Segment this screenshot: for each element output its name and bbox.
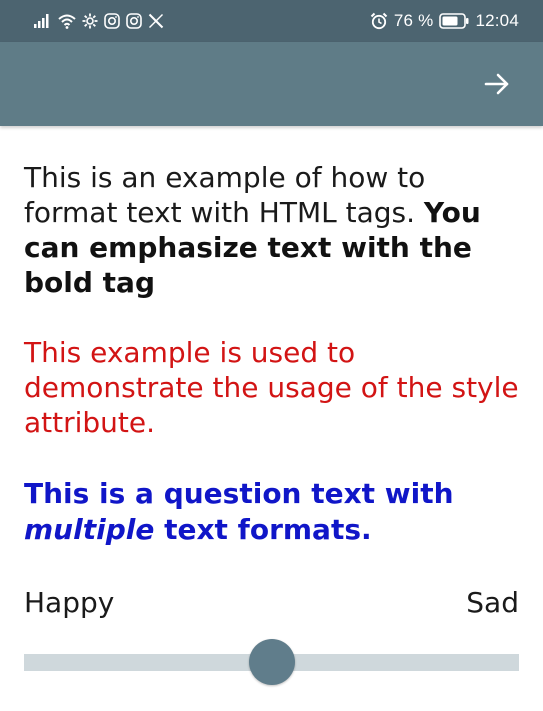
alarm-icon bbox=[370, 11, 388, 31]
question-text-part2: text formats. bbox=[154, 513, 372, 546]
next-button[interactable] bbox=[481, 68, 513, 100]
intro-paragraph: This is an example of how to format text… bbox=[24, 160, 524, 300]
status-bar: 76 % 12:04 bbox=[0, 0, 543, 42]
app-bar bbox=[0, 42, 543, 126]
clock: 12:04 bbox=[475, 11, 519, 30]
wifi-icon bbox=[58, 11, 76, 31]
arrow-right-icon bbox=[484, 72, 510, 96]
scale-label-right: Sad bbox=[466, 586, 519, 619]
battery-percent: 76 % bbox=[393, 11, 434, 30]
question-text-italic: multiple bbox=[24, 513, 155, 546]
scale-labels: Happy Sad bbox=[24, 586, 519, 619]
question-text-part1: This is a question text with bbox=[24, 477, 454, 510]
rating-slider[interactable] bbox=[24, 639, 519, 685]
instagram-icon bbox=[104, 11, 120, 31]
scale-label-left: Happy bbox=[24, 586, 115, 619]
status-icons-left bbox=[34, 10, 164, 32]
slider-thumb[interactable] bbox=[248, 639, 295, 685]
intro-text: This is an example of how to format text… bbox=[24, 161, 426, 229]
settings-icon bbox=[82, 11, 98, 31]
styled-paragraph: This example is used to demonstrate the … bbox=[24, 336, 519, 439]
status-icons-right: 76 % 12:04 bbox=[370, 10, 519, 32]
battery-icon bbox=[439, 11, 469, 31]
instagram-icon bbox=[126, 11, 142, 31]
question-content: This is an example of how to format text… bbox=[24, 160, 524, 548]
question-text: This is a question text with multiple te… bbox=[24, 476, 524, 548]
x-icon bbox=[148, 11, 164, 31]
signal-icon bbox=[34, 11, 52, 31]
